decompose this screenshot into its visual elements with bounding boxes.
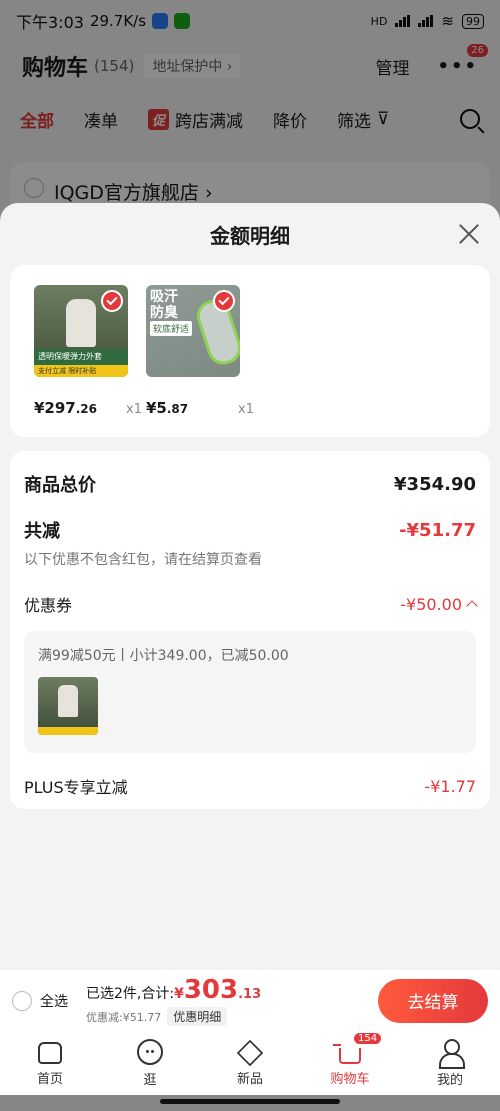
cube-icon bbox=[236, 1039, 264, 1066]
discount-row: 共减 -¥51.77 bbox=[24, 517, 476, 543]
close-icon[interactable] bbox=[458, 223, 480, 245]
total-price-value: ¥354.90 bbox=[394, 473, 476, 495]
products-card: 透明保暖弹力外套 支付立减 限时补贴 ¥297.26 x1 吸汗 防臭 软底舒适 … bbox=[10, 265, 490, 437]
coupon-product-thumbnail bbox=[38, 677, 98, 735]
checkout-discount-text: 优惠减:¥51.77 bbox=[86, 1010, 162, 1024]
nav-new[interactable]: 新品 bbox=[200, 1031, 300, 1095]
home-icon bbox=[38, 1041, 62, 1064]
nav-browse-label: 逛 bbox=[143, 1072, 157, 1088]
discount-detail-button[interactable]: 优惠明细 bbox=[167, 1007, 228, 1026]
nav-me[interactable]: 我的 bbox=[400, 1031, 500, 1095]
sheet-title: 金额明细 bbox=[210, 223, 290, 248]
cart-icon bbox=[333, 1043, 361, 1064]
coupon-row[interactable]: 优惠券 -¥50.00 bbox=[24, 591, 478, 617]
checkout-total: ¥303.13 bbox=[174, 975, 262, 1005]
product-qty: x1 bbox=[126, 402, 142, 417]
sheet-header: 金额明细 bbox=[0, 203, 500, 265]
product-price: ¥297.26 bbox=[34, 399, 98, 417]
product-price: ¥5.87 bbox=[146, 399, 189, 417]
coupon-value: -¥50.00 bbox=[400, 594, 462, 614]
nav-me-label: 我的 bbox=[436, 1072, 463, 1088]
total-price-label: 商品总价 bbox=[24, 475, 96, 496]
select-all-radio[interactable] bbox=[12, 990, 32, 1011]
selected-count-text: 已选2件,合计: bbox=[86, 986, 175, 1002]
checked-icon bbox=[101, 290, 123, 312]
bottom-nav: 首页 逛 新品 154 购物车 我的 bbox=[0, 1031, 500, 1095]
face-icon bbox=[137, 1038, 163, 1065]
select-all-label[interactable]: 全选 bbox=[40, 991, 68, 1011]
nav-browse[interactable]: 逛 bbox=[100, 1031, 200, 1095]
discount-note: 以下优惠不包含红包，请在结算页查看 bbox=[24, 552, 262, 568]
nav-home-label: 首页 bbox=[36, 1071, 63, 1087]
nav-new-label: 新品 bbox=[236, 1071, 263, 1087]
plus-discount-row: PLUS专享立减 -¥1.77 bbox=[24, 773, 476, 799]
plus-discount-label: PLUS专享立减 bbox=[24, 778, 128, 797]
discount-value: -¥51.77 bbox=[399, 519, 476, 541]
product-qty: x1 bbox=[238, 402, 254, 417]
checked-icon bbox=[213, 290, 235, 312]
nav-cart[interactable]: 154 购物车 bbox=[300, 1031, 400, 1095]
amount-detail-sheet: 金额明细 透明保暖弹力外套 支付立减 限时补贴 ¥297.26 x1 吸汗 防臭 … bbox=[0, 203, 500, 969]
plus-discount-value: -¥1.77 bbox=[424, 776, 476, 796]
product-thumbnail-insole: 吸汗 防臭 软底舒适 bbox=[146, 285, 240, 377]
discount-label: 共减 bbox=[24, 521, 60, 542]
price-detail-card: 商品总价 ¥354.90 共减 -¥51.77 以下优惠不包含红包，请在结算页查… bbox=[10, 451, 490, 809]
checkout-button[interactable]: 去结算 bbox=[378, 978, 488, 1023]
cart-badge: 154 bbox=[354, 1033, 382, 1044]
checkout-summary: 已选2件,合计: ¥303.13 优惠减:¥51.77 优惠明细 bbox=[86, 975, 261, 1026]
nav-home[interactable]: 首页 bbox=[0, 1031, 100, 1095]
coupon-detail-text: 满99减50元丨小计349.00，已减50.00 bbox=[38, 648, 289, 664]
coupon-detail-box: 满99减50元丨小计349.00，已减50.00 bbox=[24, 631, 476, 753]
chevron-up-icon[interactable] bbox=[466, 600, 478, 612]
nav-cart-label: 购物车 bbox=[330, 1071, 370, 1087]
product-thumbnail-jacket: 透明保暖弹力外套 支付立减 限时补贴 bbox=[34, 285, 128, 377]
coupon-label: 优惠券 bbox=[24, 596, 73, 615]
me-icon bbox=[437, 1038, 465, 1069]
checkout-bar: 全选 已选2件,合计: ¥303.13 优惠减:¥51.77 优惠明细 去结算 bbox=[0, 969, 500, 1031]
product-item[interactable]: 透明保暖弹力外套 支付立减 限时补贴 ¥297.26 x1 bbox=[34, 285, 142, 437]
home-indicator bbox=[160, 1099, 340, 1104]
product-item[interactable]: 吸汗 防臭 软底舒适 ¥5.87 x1 bbox=[146, 285, 254, 437]
total-price-row: 商品总价 ¥354.90 bbox=[24, 451, 476, 517]
